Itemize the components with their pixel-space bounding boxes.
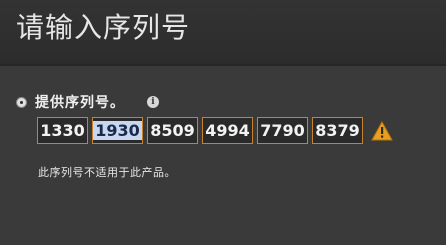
serial-number-dialog: 请输入序列号 提供序列号。 i 1330 1930 8509 4994 7790… (0, 0, 446, 245)
serial-field-2[interactable]: 1930 (92, 117, 143, 144)
warning-triangle-icon (371, 120, 393, 141)
serial-field-4[interactable]: 4994 (202, 117, 253, 144)
serial-field-6[interactable]: 8379 (312, 117, 363, 144)
serial-field-5[interactable]: 7790 (257, 117, 308, 144)
provide-serial-option[interactable]: 提供序列号。 i (16, 92, 159, 112)
provide-serial-label: 提供序列号。 (35, 95, 125, 111)
serial-number-fields: 1330 1930 8509 4994 7790 8379 (37, 117, 393, 144)
provide-serial-radio[interactable] (16, 96, 27, 108)
error-message: 此序列号不适用于此产品。 (38, 166, 176, 179)
info-icon[interactable]: i (147, 96, 159, 108)
dialog-title: 请输入序列号 (16, 11, 191, 44)
dialog-header: 请输入序列号 (0, 0, 446, 66)
serial-field-1[interactable]: 1330 (37, 117, 88, 144)
serial-field-3[interactable]: 8509 (147, 117, 198, 144)
